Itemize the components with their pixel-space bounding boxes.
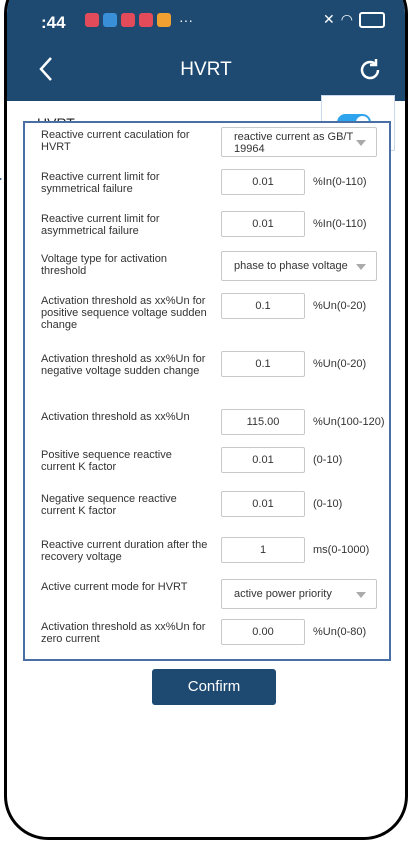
setting-input[interactable]: 115.00: [221, 409, 305, 435]
app-notification-icon: [157, 13, 171, 27]
setting-label: Reactive current duration after the reco…: [41, 539, 208, 563]
dropdown-value: phase to phase voltage: [234, 260, 348, 272]
setting-unit: ms(0-1000): [313, 544, 370, 556]
setting-unit: %Un(0-80): [313, 626, 367, 638]
dropdown-value: reactive current as GB/T 19964: [234, 131, 354, 155]
setting-unit: %Un(0-20): [313, 358, 367, 370]
mute-icon: ✕: [323, 11, 335, 27]
setting-label: Positive sequence reactive current K fac…: [41, 449, 172, 473]
setting-label: Activation threshold as xx%Un for zero c…: [41, 621, 206, 645]
setting-label: Activation threshold as xx%Un: [41, 411, 190, 423]
setting-label: Reactive current limit for symmetrical f…: [41, 171, 160, 195]
setting-label: Voltage type for activation threshold: [41, 253, 167, 277]
setting-unit: %Un(100-120): [313, 416, 385, 428]
phone-frame: :44 ··· ✕ ◠ HVRT HVRT: [4, 0, 408, 840]
caret-down-icon: [356, 264, 366, 270]
system-icons: ✕ ◠: [323, 11, 385, 28]
setting-dropdown[interactable]: active power priority: [221, 579, 377, 609]
status-time: :44: [41, 13, 66, 32]
setting-unit: (0-10): [313, 498, 343, 510]
setting-label: Activation threshold as xx%Un for negati…: [41, 353, 206, 377]
app-notification-icon: [139, 13, 153, 27]
setting-unit: %In(0-110): [313, 218, 367, 230]
setting-dropdown[interactable]: reactive current as GB/T 19964: [221, 127, 377, 157]
setting-dropdown[interactable]: phase to phase voltage: [221, 251, 377, 281]
setting-unit: %Un(0-20): [313, 300, 367, 312]
battery-icon: [359, 11, 385, 28]
setting-input[interactable]: 0.00: [221, 619, 305, 645]
app-notification-icon: [103, 13, 117, 27]
confirm-button[interactable]: Confirm: [152, 669, 276, 705]
setting-input[interactable]: 0.01: [221, 211, 305, 237]
app-notification-icon: [121, 13, 135, 27]
page-title: HVRT: [180, 59, 232, 80]
setting-input[interactable]: 0.01: [221, 491, 305, 517]
setting-label: Activation threshold as xx%Un for positi…: [41, 295, 207, 331]
setting-input[interactable]: 0.1: [221, 351, 305, 377]
settings-list: Reactive current caculation for HVRT reac…: [25, 123, 389, 659]
setting-input[interactable]: 0.01: [221, 169, 305, 195]
pointer-arrow-icon: [0, 170, 2, 188]
nav-bar: HVRT: [7, 41, 405, 101]
setting-input[interactable]: 0.1: [221, 293, 305, 319]
setting-input[interactable]: 1: [221, 537, 305, 563]
setting-input[interactable]: 0.01: [221, 447, 305, 473]
caret-down-icon: [356, 140, 366, 146]
setting-unit: (0-10): [313, 454, 343, 466]
setting-unit: %In(0-110): [313, 176, 367, 188]
settings-panel: Reactive current caculation for HVRT reac…: [23, 121, 391, 661]
setting-label: Reactive current caculation for HVRT: [41, 129, 190, 153]
wifi-icon: ◠: [340, 11, 353, 27]
setting-label: Reactive current limit for asymmetrical …: [41, 213, 160, 237]
notification-icons: ···: [85, 13, 193, 27]
status-bar: :44 ··· ✕ ◠: [7, 0, 405, 41]
app-notification-icon: [85, 13, 99, 27]
caret-down-icon: [356, 592, 366, 598]
refresh-icon[interactable]: [357, 57, 383, 88]
setting-label: Negative sequence reactive current K fac…: [41, 493, 177, 517]
more-notifications-icon: ···: [179, 12, 193, 28]
setting-label: Active current mode for HVRT: [41, 581, 188, 593]
dropdown-value: active power priority: [234, 588, 332, 600]
